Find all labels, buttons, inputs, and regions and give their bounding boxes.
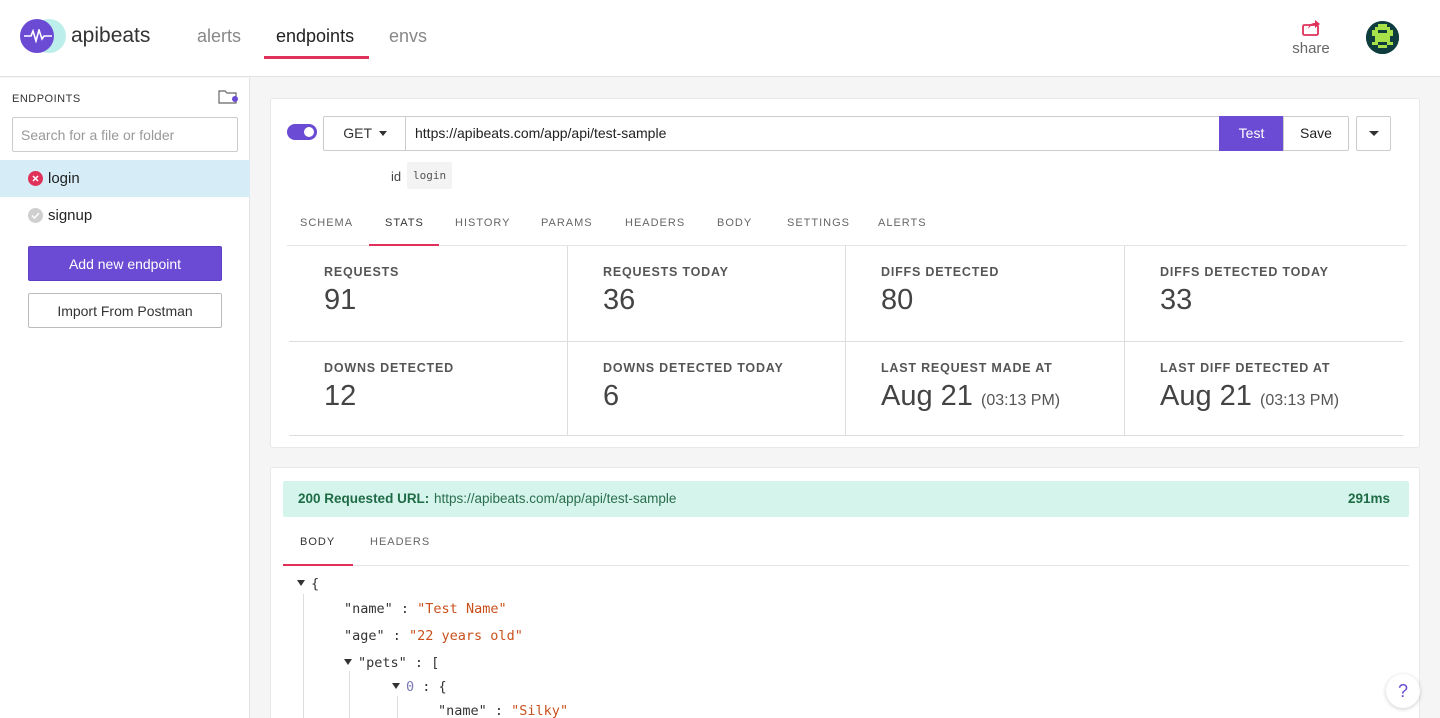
stat-label: DIFFS DETECTED (881, 265, 1000, 279)
collapse-toggle-icon[interactable] (344, 659, 352, 665)
stat-downs-detected: DOWNS DETECTED 12 (289, 342, 567, 437)
stat-requests-today: REQUESTS TODAY 36 (568, 246, 846, 341)
search-input[interactable] (12, 117, 238, 152)
stat-value: 33 (1160, 284, 1193, 316)
stat-last-request: LAST REQUEST MADE AT Aug 21 (03:13 PM) (846, 342, 1124, 437)
stat-value: Aug 21 (03:13 PM) (881, 380, 1061, 412)
json-line[interactable]: 0 : { (392, 679, 447, 695)
endpoint-item-signup[interactable]: signup (0, 197, 250, 234)
response-tab-body[interactable]: BODY (300, 536, 335, 548)
apibeats-logo[interactable] (20, 19, 66, 53)
active-tab-indicator (283, 564, 353, 566)
collapse-toggle-icon[interactable] (297, 580, 305, 586)
grid-divider (289, 435, 1403, 436)
new-folder-icon[interactable] (218, 88, 238, 105)
tab-settings[interactable]: SETTINGS (787, 217, 850, 229)
stat-label: LAST REQUEST MADE AT (881, 361, 1053, 375)
json-line[interactable]: { (297, 576, 319, 592)
stat-value: 12 (324, 380, 357, 412)
stat-last-diff: LAST DIFF DETECTED AT Aug 21 (03:13 PM) (1125, 342, 1403, 437)
stat-value: 6 (603, 380, 620, 412)
collapse-toggle-icon[interactable] (392, 683, 400, 689)
id-value: login (407, 162, 453, 189)
help-button[interactable]: ? (1386, 674, 1420, 708)
nav-tab-envs[interactable]: envs (389, 26, 427, 47)
top-bar: apibeats alerts endpoints envs share (0, 0, 1440, 77)
tab-alerts[interactable]: ALERTS (878, 217, 927, 229)
import-postman-button[interactable]: Import From Postman (28, 293, 222, 328)
response-status-bar: 200 Requested URL: https://apibeats.com/… (283, 481, 1409, 517)
stat-label: REQUESTS TODAY (603, 265, 729, 279)
share-icon (1302, 20, 1320, 36)
tab-stats[interactable]: STATS (385, 217, 424, 229)
stat-value: 80 (881, 284, 914, 316)
tab-body[interactable]: BODY (717, 217, 752, 229)
user-avatar[interactable] (1366, 21, 1399, 54)
response-tab-headers[interactable]: HEADERS (370, 536, 430, 548)
id-label: id (391, 169, 402, 184)
stat-label: REQUESTS (324, 265, 400, 279)
url-input[interactable]: https://apibeats.com/app/api/test-sample (405, 116, 1220, 151)
tab-schema[interactable]: SCHEMA (300, 217, 353, 229)
error-status-icon (28, 171, 43, 186)
endpoint-item-login[interactable]: login (0, 160, 250, 197)
stats-grid: REQUESTS 91 REQUESTS TODAY 36 DIFFS DETE… (289, 246, 1403, 436)
chevron-down-icon (378, 131, 387, 136)
response-time: 291ms (1347, 491, 1390, 506)
endpoint-label: login (48, 170, 80, 187)
sidebar-title: ENDPOINTS (12, 93, 81, 105)
stat-value: 91 (324, 284, 357, 316)
endpoint-enabled-toggle[interactable] (287, 124, 317, 140)
endpoint-tabs: SCHEMA STATS HISTORY PARAMS HEADERS BODY… (287, 207, 1407, 246)
response-url: https://apibeats.com/app/api/test-sample (434, 491, 677, 506)
stat-diffs-detected-today: DIFFS DETECTED TODAY 33 (1125, 246, 1403, 341)
brand-name[interactable]: apibeats (71, 24, 150, 48)
nav-tab-alerts[interactable]: alerts (197, 26, 241, 47)
stat-downs-detected-today: DOWNS DETECTED TODAY 6 (568, 342, 846, 437)
response-tabs: BODY HEADERS (283, 530, 1409, 566)
share-label: share (1292, 40, 1330, 57)
endpoint-label: signup (48, 207, 93, 224)
stat-diffs-detected: DIFFS DETECTED 80 (846, 246, 1124, 341)
share-button[interactable]: share (1290, 17, 1332, 57)
nav-tab-endpoints[interactable]: endpoints (276, 26, 354, 47)
stat-label: DOWNS DETECTED (324, 361, 454, 375)
active-nav-indicator (264, 56, 369, 59)
tab-params[interactable]: PARAMS (541, 217, 593, 229)
stat-value: 36 (603, 284, 636, 316)
json-line: "age" : "22 years old" (344, 628, 523, 644)
stat-value: Aug 21 (03:13 PM) (1160, 380, 1340, 412)
test-button[interactable]: Test (1219, 116, 1284, 151)
method-select[interactable]: GET (323, 116, 406, 151)
sidebar: ENDPOINTS login signup Add new endpoint … (0, 78, 250, 718)
ok-status-icon (28, 208, 43, 223)
grid-divider (289, 341, 1403, 342)
tab-history[interactable]: HISTORY (455, 217, 511, 229)
pulse-icon (24, 29, 52, 43)
stat-label: LAST DIFF DETECTED AT (1160, 361, 1331, 375)
json-line[interactable]: "pets" : [ (344, 655, 439, 671)
method-value: GET (343, 125, 372, 141)
add-endpoint-button[interactable]: Add new endpoint (28, 246, 222, 281)
stat-requests: REQUESTS 91 (289, 246, 567, 341)
response-card: 200 Requested URL: https://apibeats.com/… (270, 467, 1420, 718)
json-line: "name" : "Test Name" (344, 601, 507, 617)
json-line: "name" : "Silky" (438, 703, 569, 718)
endpoint-card: GET https://apibeats.com/app/api/test-sa… (270, 98, 1420, 448)
stat-label: DIFFS DETECTED TODAY (1160, 265, 1329, 279)
response-status: 200 Requested URL: (298, 491, 430, 506)
save-button[interactable]: Save (1283, 116, 1349, 151)
more-options-button[interactable] (1356, 116, 1391, 151)
tab-headers[interactable]: HEADERS (625, 217, 685, 229)
stat-label: DOWNS DETECTED TODAY (603, 361, 784, 375)
